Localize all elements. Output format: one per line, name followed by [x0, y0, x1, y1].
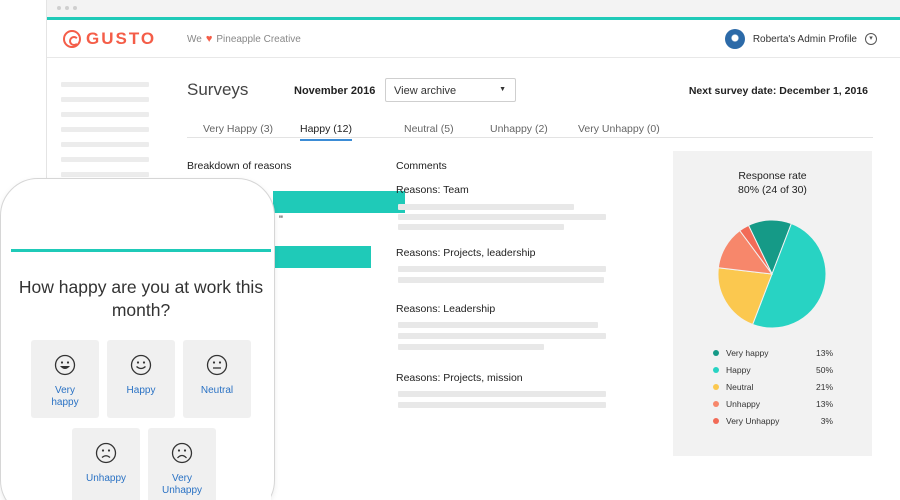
sidebar-placeholder	[61, 97, 149, 102]
neutral-face-icon	[206, 354, 228, 376]
legend-item: Very happy 13%	[713, 347, 833, 364]
legend-swatch	[713, 350, 719, 356]
company-name: Pineapple Creative	[216, 33, 301, 45]
legend-value: 3%	[820, 416, 833, 426]
comment-reason: Reasons: Leadership	[396, 303, 496, 315]
gusto-logo-icon	[63, 30, 81, 48]
comment-line-placeholder	[398, 266, 606, 272]
unhappy-face-icon	[95, 442, 117, 464]
mood-option[interactable]: Happy	[107, 340, 175, 418]
page-title: Surveys	[187, 80, 249, 99]
legend-value: 50%	[815, 365, 833, 375]
logo-text: GUSTO	[86, 29, 157, 48]
view-archive-select[interactable]: View archive ▼	[385, 78, 516, 102]
sidebar-placeholder	[61, 142, 149, 147]
tab-very-happy[interactable]: Very Happy (3)	[203, 123, 273, 139]
browser-chrome	[47, 0, 900, 17]
legend-label: Very Unhappy	[726, 416, 780, 426]
sidebar-placeholder	[61, 157, 149, 162]
heart-icon: ♥	[205, 33, 213, 45]
comment-line-placeholder	[398, 402, 606, 408]
survey-month: November 2016	[294, 85, 376, 97]
mood-label: Unhappy	[85, 473, 127, 484]
tab-happy[interactable]: Happy (12)	[300, 123, 352, 141]
mood-tabs: Very Happy (3) Happy (12) Neutral (5) Un…	[187, 118, 873, 141]
tab-very-unhappy[interactable]: Very Unhappy (0)	[578, 123, 660, 139]
legend-item: Neutral 21%	[713, 381, 833, 398]
survey-question: How happy are you at work this month?	[18, 277, 264, 320]
very-unhappy-face-icon	[171, 442, 193, 464]
comment-line-placeholder	[398, 224, 564, 230]
sidebar-placeholder	[61, 172, 149, 177]
gusto-logo[interactable]: GUSTO	[63, 29, 156, 49]
comment-reason: Reasons: Projects, mission	[396, 372, 523, 384]
very-happy-face-icon	[54, 354, 76, 376]
legend-label: Neutral	[726, 382, 754, 392]
avatar[interactable]	[724, 29, 745, 49]
comment-reason: Reasons: Team	[396, 184, 469, 196]
profile-name[interactable]: Roberta's Admin Profile	[753, 34, 857, 45]
reason-bar	[273, 246, 371, 268]
sidebar	[61, 82, 151, 187]
reason-label-fragment: "	[279, 214, 283, 226]
mood-option[interactable]: Very happy	[31, 340, 99, 418]
response-rate-card: Response rate 80% (24 of 30) Very happy 1…	[673, 151, 872, 456]
legend-swatch	[713, 401, 719, 407]
mood-option[interactable]: Very Unhappy	[148, 428, 216, 500]
comment-line-placeholder	[398, 214, 606, 220]
response-pie-chart	[717, 219, 827, 329]
comment-reason: Reasons: Projects, leadership	[396, 247, 536, 259]
sidebar-placeholder	[61, 112, 149, 117]
phone-screen: How happy are you at work this month? Ve…	[11, 249, 271, 500]
sidebar-placeholder	[61, 127, 149, 132]
legend-swatch	[713, 384, 719, 390]
company-tagline: We ♥ Pineapple Creative	[187, 33, 301, 45]
legend-item: Happy 50%	[713, 364, 833, 381]
comment-line-placeholder	[398, 391, 606, 397]
comment-line-placeholder	[398, 322, 598, 328]
caret-down-icon: ▼	[499, 86, 506, 93]
comments-heading: Comments	[396, 160, 447, 172]
mood-option[interactable]: Unhappy	[72, 428, 140, 500]
legend-swatch	[713, 367, 719, 373]
legend-item: Unhappy 13%	[713, 398, 833, 415]
we-text: We	[187, 33, 202, 45]
mood-option[interactable]: Neutral	[183, 340, 251, 418]
phone-mockup: How happy are you at work this month? Ve…	[0, 178, 275, 500]
tab-unhappy[interactable]: Unhappy (2)	[490, 123, 548, 139]
mood-label: Very happy	[51, 385, 79, 408]
happy-face-icon	[130, 354, 152, 376]
breakdown-heading: Breakdown of reasons	[187, 160, 292, 172]
legend-swatch	[713, 418, 719, 424]
sidebar-placeholder	[61, 82, 149, 87]
comment-line-placeholder	[398, 204, 574, 210]
app-header: GUSTO We ♥ Pineapple Creative Roberta's …	[47, 20, 900, 58]
window-controls[interactable]	[57, 6, 77, 10]
legend-label: Unhappy	[726, 399, 761, 409]
next-survey-date: Next survey date: December 1, 2016	[688, 85, 868, 97]
mood-label: Very Unhappy	[161, 473, 203, 496]
chevron-down-icon[interactable]: ▾	[865, 33, 877, 45]
profile-menu[interactable]: Roberta's Admin Profile ▾	[724, 29, 877, 49]
legend-label: Happy	[726, 365, 751, 375]
legend-item: Very Unhappy 3%	[713, 415, 833, 432]
pie-legend: Very happy 13% Happy 50% Neutral 21% Unhappy 13…	[713, 347, 833, 432]
mood-label: Neutral	[200, 385, 234, 396]
reason-bar	[273, 191, 405, 213]
comment-line-placeholder	[398, 277, 604, 283]
legend-value: 21%	[815, 382, 833, 392]
comment-line-placeholder	[398, 344, 544, 350]
legend-value: 13%	[815, 399, 833, 409]
comment-line-placeholder	[398, 333, 606, 339]
mood-label: Happy	[126, 385, 156, 396]
legend-label: Very happy	[726, 348, 769, 358]
view-archive-label: View archive	[394, 85, 457, 97]
tab-neutral[interactable]: Neutral (5)	[404, 123, 454, 139]
legend-value: 13%	[815, 348, 833, 358]
